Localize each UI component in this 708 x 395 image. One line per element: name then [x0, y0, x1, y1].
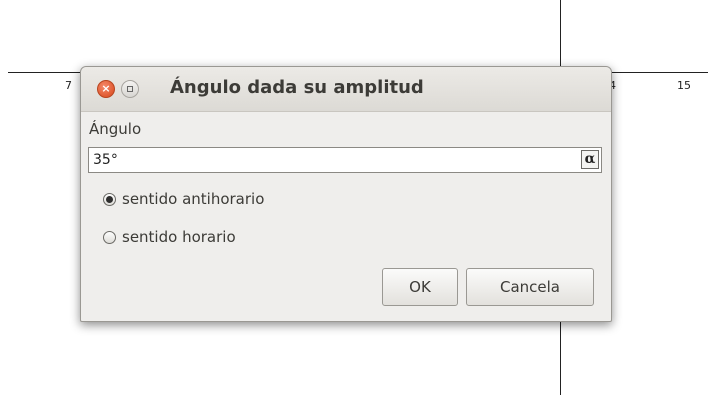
angle-input-container: α — [88, 147, 602, 173]
dialog-title: Ángulo dada su amplitud — [170, 77, 424, 98]
angle-label: Ángulo — [89, 120, 142, 138]
radio-icon-unselected[interactable] — [103, 230, 116, 244]
cancel-button[interactable]: Cancela — [466, 268, 594, 306]
angle-dialog: × Ángulo dada su amplitud Ángulo α senti… — [80, 66, 612, 322]
x-tick-label: 7 — [65, 79, 72, 92]
maximize-icon — [127, 86, 133, 92]
x-tick-label: 15 — [677, 79, 691, 92]
ok-button[interactable]: OK — [382, 268, 458, 306]
radio-counterclockwise[interactable]: sentido antihorario — [103, 190, 264, 208]
maximize-button[interactable] — [121, 80, 139, 98]
radio-label: sentido antihorario — [122, 190, 265, 208]
radio-clockwise[interactable]: sentido horario — [103, 228, 236, 246]
radio-icon-selected[interactable] — [103, 192, 116, 206]
angle-input[interactable] — [89, 148, 581, 172]
alpha-symbol-button[interactable]: α — [581, 150, 599, 169]
close-icon: × — [101, 82, 111, 95]
close-button[interactable]: × — [97, 80, 115, 98]
radio-label: sentido horario — [122, 228, 236, 246]
dialog-titlebar[interactable]: × Ángulo dada su amplitud — [81, 67, 611, 112]
